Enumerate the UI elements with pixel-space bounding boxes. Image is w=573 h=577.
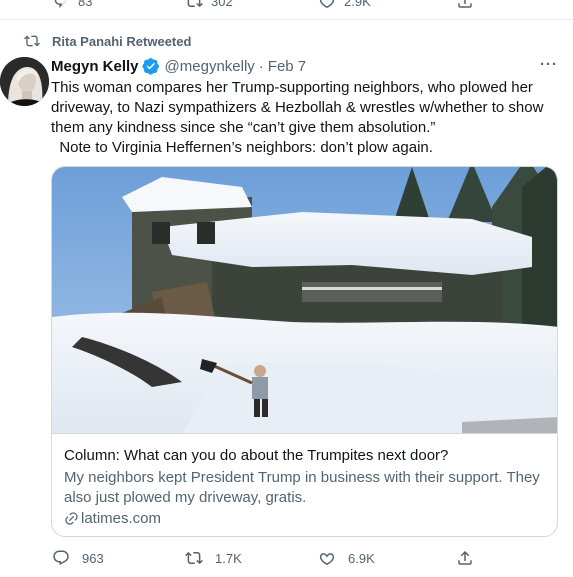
card-title: Column: What can you do about the Trumpi… xyxy=(64,447,449,464)
previous-retweet-count: 302 xyxy=(211,0,233,9)
heart-icon xyxy=(319,553,335,566)
share-button[interactable] xyxy=(456,549,474,567)
more-options-icon[interactable]: ··· xyxy=(540,56,558,73)
handle[interactable]: @megynkelly xyxy=(165,58,255,75)
retweet-icon xyxy=(185,551,203,565)
tweet-date[interactable]: Feb 7 xyxy=(268,58,306,75)
retweet-count: 1.7K xyxy=(215,550,242,566)
tweet-text: This woman compares her Trump-supporting… xyxy=(51,79,544,156)
retweet-button[interactable]: 1.7K xyxy=(185,549,242,567)
retweet-icon xyxy=(24,35,40,47)
share-icon xyxy=(458,0,472,8)
verified-badge-icon xyxy=(141,58,159,75)
card-domain: latimes.com xyxy=(64,510,161,527)
card-description: My neighbors kept President Trump in bus… xyxy=(64,469,540,506)
previous-share-button[interactable] xyxy=(456,0,474,10)
reply-count: 963 xyxy=(82,550,104,566)
retweet-context-label: Rita Panahi Retweeted xyxy=(52,33,192,49)
retweet-context[interactable]: Rita Panahi Retweeted xyxy=(24,33,191,49)
separator-dot: · xyxy=(258,57,264,75)
reply-icon xyxy=(54,0,66,8)
previous-reply-count: 83 xyxy=(78,0,93,9)
card-domain-label: latimes.com xyxy=(81,510,162,527)
previous-tweet-actions: 83 302 2.9K xyxy=(0,0,573,12)
retweet-icon xyxy=(187,0,203,8)
link-card[interactable]: Column: What can you do about the Trumpi… xyxy=(51,166,558,537)
link-icon xyxy=(65,512,78,525)
share-icon xyxy=(458,550,472,565)
previous-reply-button[interactable]: 83 xyxy=(52,0,92,10)
card-divider xyxy=(52,433,557,434)
reply-icon xyxy=(53,550,69,566)
previous-retweet-button[interactable]: 302 xyxy=(185,0,233,10)
avatar[interactable] xyxy=(0,57,49,106)
like-button[interactable]: 6.9K xyxy=(318,549,375,567)
like-count: 6.9K xyxy=(348,550,375,566)
display-name[interactable]: Megyn Kelly xyxy=(51,58,139,75)
reply-button[interactable]: 963 xyxy=(52,549,104,567)
previous-like-count: 2.9K xyxy=(344,0,371,9)
tweet-divider xyxy=(0,19,573,20)
previous-like-button[interactable]: 2.9K xyxy=(318,0,371,10)
card-image xyxy=(52,167,557,433)
tweet-header: Megyn Kelly @megynkelly · Feb 7 xyxy=(51,57,306,75)
heart-icon xyxy=(319,0,335,9)
